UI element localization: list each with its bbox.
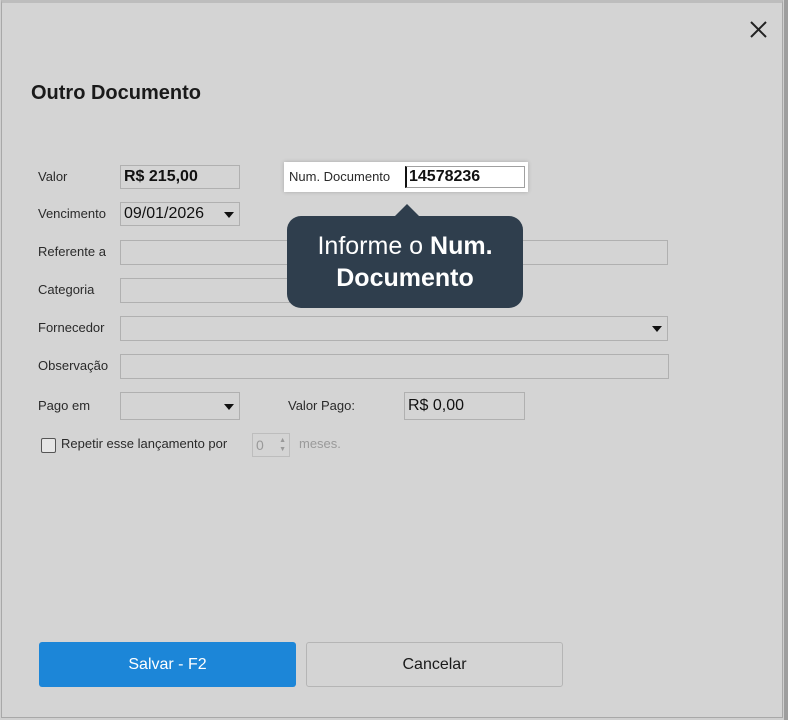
meses-label: meses.: [299, 436, 341, 451]
vencimento-label: Vencimento: [38, 206, 106, 221]
window-edge: [784, 0, 788, 720]
tooltip-text: Informe o: [317, 232, 431, 260]
num-documento-tooltip: Informe o Num. Documento: [287, 204, 523, 308]
dialog-title: Outro Documento: [31, 82, 201, 104]
observacao-input[interactable]: [120, 354, 669, 379]
repetir-label: Repetir esse lançamento por: [61, 436, 228, 451]
num-documento-highlight: Num. Documento 14578236: [284, 162, 528, 192]
valor-field: R$ 215,00: [120, 165, 240, 189]
referente-label: Referente a: [38, 244, 106, 259]
tooltip-bold-1: Num.: [430, 232, 493, 260]
observacao-label: Observação: [38, 358, 109, 373]
num-documento-label: Num. Documento: [289, 169, 391, 184]
repetir-count-stepper[interactable]: 0 ▲ ▼: [252, 433, 290, 457]
pago-em-select[interactable]: [120, 392, 240, 420]
repetir-checkbox[interactable]: [41, 438, 56, 453]
valor-pago-input[interactable]: R$ 0,00: [404, 392, 525, 420]
stepper-arrows-icon[interactable]: ▲ ▼: [279, 436, 286, 454]
chevron-down-icon: [652, 326, 662, 332]
num-documento-input[interactable]: 14578236: [405, 166, 525, 188]
tooltip-bold-2: Documento: [336, 264, 474, 292]
pago-em-label: Pago em: [38, 398, 91, 413]
categoria-input[interactable]: [120, 278, 290, 303]
vencimento-select[interactable]: 09/01/2026: [120, 202, 240, 226]
categoria-label: Categoria: [38, 282, 95, 297]
valor-pago-label: Valor Pago:: [288, 398, 355, 413]
close-icon[interactable]: [746, 17, 772, 43]
valor-value: R$ 215,00: [124, 168, 198, 185]
valor-label: Valor: [38, 169, 68, 184]
fornecedor-label: Fornecedor: [38, 320, 105, 335]
fornecedor-select[interactable]: [120, 316, 668, 341]
chevron-down-icon: [224, 404, 234, 410]
tooltip-arrow: [395, 204, 419, 216]
cancel-button[interactable]: Cancelar: [306, 642, 563, 687]
vencimento-value: 09/01/2026: [124, 205, 205, 222]
valor-pago-value: R$ 0,00: [408, 397, 465, 414]
dialog-window: Outro Documento Valor R$ 215,00 Num. Doc…: [1, 0, 783, 718]
chevron-down-icon: [224, 212, 234, 218]
save-button[interactable]: Salvar - F2: [39, 642, 296, 687]
repetir-count-value: 0: [256, 437, 264, 453]
